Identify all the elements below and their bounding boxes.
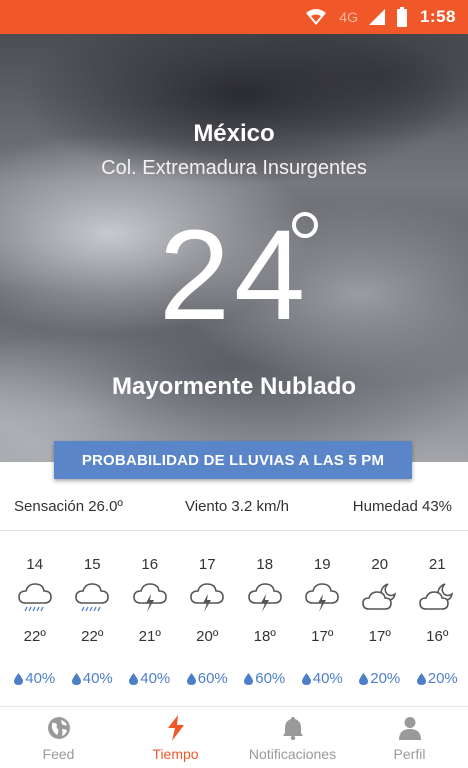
cloud-moon-icon	[351, 578, 409, 618]
precip-value: 60%	[197, 670, 228, 687]
cloud-lightning-icon	[236, 578, 294, 618]
cloud-lightning-icon	[121, 578, 179, 618]
bottom-navigation: Feed Tiempo Notificaciones Perfil	[0, 706, 468, 768]
forecast-day[interactable]: 17 20º 60%	[179, 556, 237, 696]
cloud-moon-icon	[409, 578, 467, 618]
humidity: Humedad 43%	[352, 498, 452, 515]
drop-icon	[359, 672, 369, 685]
forecast-day[interactable]: 14 22º 40%	[6, 556, 64, 696]
forecast-date: 16	[141, 556, 159, 573]
wind-speed: Viento 3.2 km/h	[185, 498, 289, 515]
weather-stats: Sensación 26.0º Viento 3.2 km/h Humedad …	[0, 494, 468, 524]
daily-forecast: 14 22º 40% 15 22º 40% 16 21º 40% 17 20º …	[6, 556, 466, 696]
forecast-precip: 20%	[409, 670, 467, 687]
drop-icon	[14, 672, 24, 685]
colony-name: Col. Extremadura Insurgentes	[101, 157, 367, 179]
cloud-lightning-icon	[294, 578, 352, 618]
nav-item-tiempo[interactable]: Tiempo	[117, 707, 234, 768]
precip-value: 60%	[255, 670, 286, 687]
precip-value: 40%	[312, 670, 343, 687]
forecast-precip: 40%	[64, 670, 122, 687]
forecast-date: 21	[428, 556, 446, 573]
forecast-temp: 17º	[311, 628, 334, 645]
forecast-temp: 22º	[81, 628, 104, 645]
nav-item-feed[interactable]: Feed	[0, 707, 117, 768]
precip-value: 20%	[370, 670, 401, 687]
drop-icon	[129, 672, 139, 685]
forecast-precip: 40%	[6, 670, 64, 687]
degree-icon	[292, 212, 318, 238]
drop-icon	[71, 672, 81, 685]
precip-value: 20%	[427, 670, 458, 687]
forecast-date: 20	[371, 556, 389, 573]
cloud-lightning-icon	[179, 578, 237, 618]
forecast-date: 19	[313, 556, 331, 573]
precip-value: 40%	[82, 670, 113, 687]
forecast-temp: 22º	[23, 628, 46, 645]
signal-icon	[368, 8, 386, 26]
forecast-day[interactable]: 20 17º 20%	[351, 556, 409, 696]
forecast-precip: 20%	[351, 670, 409, 687]
precip-value: 40%	[25, 670, 56, 687]
forecast-date: 17	[198, 556, 216, 573]
precip-value: 40%	[140, 670, 171, 687]
bell-icon	[282, 714, 304, 742]
forecast-date: 14	[26, 556, 44, 573]
forecast-temp: 20º	[196, 628, 219, 645]
nav-item-perfil[interactable]: Perfil	[351, 707, 468, 768]
nav-label: Notificaciones	[248, 745, 337, 762]
forecast-date: 18	[256, 556, 274, 573]
forecast-precip: 40%	[121, 670, 179, 687]
forecast-precip: 60%	[236, 670, 294, 687]
forecast-date: 15	[83, 556, 101, 573]
forecast-temp: 21º	[138, 628, 161, 645]
person-icon	[398, 714, 421, 742]
wifi-icon	[305, 8, 327, 26]
lightning-bolt-icon	[166, 714, 186, 742]
divider	[0, 530, 468, 531]
globe-icon	[47, 714, 71, 742]
nav-item-notificaciones[interactable]: Notificaciones	[234, 707, 351, 768]
forecast-day[interactable]: 21 16º 20%	[409, 556, 467, 696]
feels-like: Sensación 26.0º	[14, 498, 123, 515]
forecast-temp: 16º	[426, 628, 449, 645]
weather-hero: México Col. Extremadura Insurgentes 24 M…	[0, 34, 468, 462]
drop-icon	[416, 672, 426, 685]
forecast-day[interactable]: 19 17º 40%	[294, 556, 352, 696]
cloud-rain-icon	[64, 578, 122, 618]
forecast-day[interactable]: 16 21º 40%	[121, 556, 179, 696]
current-temperature: 24	[158, 204, 310, 347]
weather-condition: Mayormente Nublado	[111, 373, 357, 400]
forecast-precip: 60%	[179, 670, 237, 687]
city-name: México	[193, 120, 275, 147]
status-bar: 4G 1:58	[0, 0, 468, 34]
status-time: 1:58	[419, 7, 456, 26]
forecast-precip: 40%	[294, 670, 352, 687]
drop-icon	[244, 672, 254, 685]
network-type: 4G	[339, 9, 358, 25]
forecast-temp: 18º	[253, 628, 276, 645]
nav-label: Perfil	[393, 745, 426, 762]
forecast-day[interactable]: 15 22º 40%	[64, 556, 122, 696]
nav-label: Tiempo	[152, 745, 199, 762]
nav-label: Feed	[42, 745, 75, 762]
cloud-rain-icon	[6, 578, 64, 618]
forecast-temp: 17º	[368, 628, 391, 645]
drop-icon	[301, 672, 311, 685]
rain-probability-button[interactable]: PROBABILIDAD DE LLUVIAS A LAS 5 PM	[54, 441, 412, 479]
drop-icon	[186, 672, 196, 685]
battery-icon	[396, 7, 408, 27]
forecast-day[interactable]: 18 18º 60%	[236, 556, 294, 696]
